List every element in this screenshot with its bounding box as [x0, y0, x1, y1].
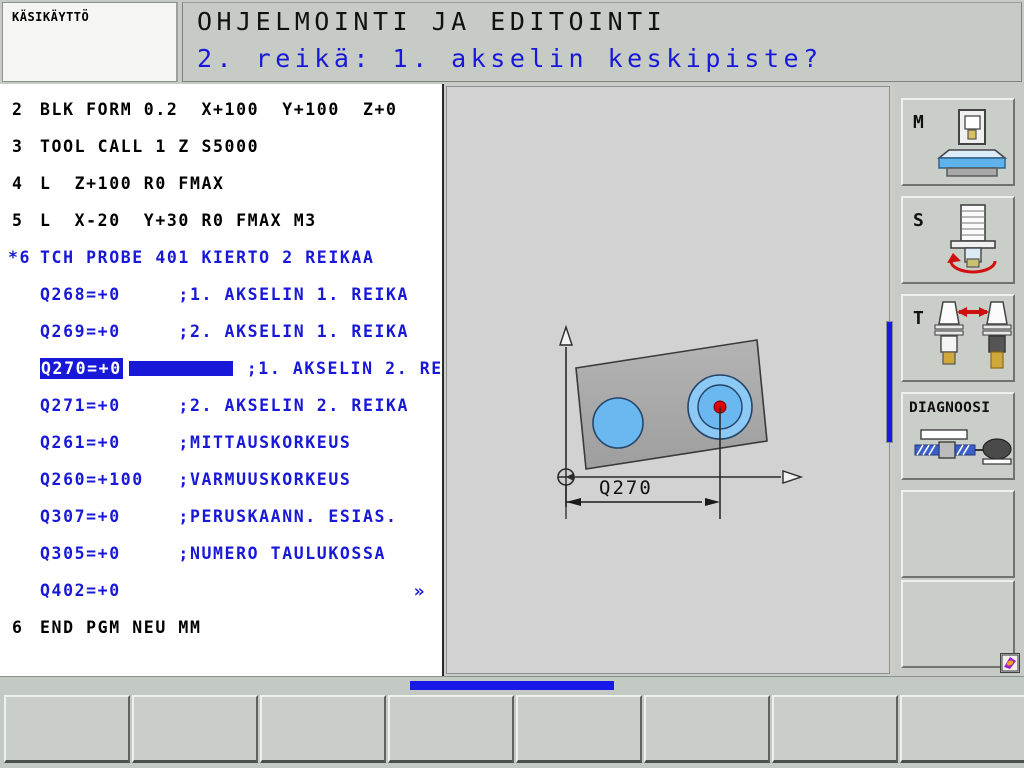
cycle-help-graphic: Q270	[557, 324, 804, 519]
bottom-softkey-1[interactable]	[4, 695, 130, 763]
program-line-text: L X-20 Y+30 R0 FMAX M3	[40, 211, 317, 230]
program-line[interactable]: *6 TCH PROBE 401 KIERTO 2 REIKAA	[0, 248, 442, 285]
dialog-prompt: 2. reikä: 1. akselin keskipiste?	[197, 44, 823, 73]
softkey-t[interactable]: T	[901, 294, 1015, 382]
dimension-label: Q270	[599, 477, 653, 499]
header-bar: KÄSIKÄYTTÖ OHJELMOINTI JA EDITOINTI 2. r…	[0, 0, 1024, 84]
more-parameters-chevron-icon[interactable]: »	[414, 581, 426, 602]
drive-diagnosis-icon	[914, 429, 1012, 465]
program-line-text: END PGM NEU MM	[40, 618, 202, 637]
program-line[interactable]: 4 L Z+100 R0 FMAX	[0, 174, 442, 211]
dimension-arrow-left	[566, 498, 581, 506]
program-line-number: 6	[12, 618, 24, 637]
softkey-m-label: M	[913, 112, 924, 133]
program-line[interactable]: 6 END PGM NEU MM	[0, 618, 442, 655]
operating-mode-tab[interactable]: KÄSIKÄYTTÖ	[2, 2, 178, 82]
program-line-text: L Z+100 R0 FMAX	[40, 174, 225, 193]
page-title: OHJELMOINTI JA EDITOINTI	[197, 7, 667, 36]
softkey-s-label: S	[913, 210, 924, 231]
tnc-control-screen: KÄSIKÄYTTÖ OHJELMOINTI JA EDITOINTI 2. r…	[0, 0, 1024, 768]
softkey-empty-2[interactable]	[901, 580, 1015, 668]
horizontal-softkey-bar	[0, 676, 1024, 768]
program-line[interactable]: Q271=+0 ;2. AKSELIN 2. REIKA	[0, 396, 442, 433]
program-line-number: *6	[8, 248, 32, 267]
program-line-text: Q305=+0 ;NUMERO TAULUKOSSA	[40, 544, 387, 563]
program-line-text: Q271=+0 ;2. AKSELIN 2. REIKA	[40, 396, 410, 415]
softkey-empty-1[interactable]	[901, 490, 1015, 578]
axis-vertical-arrow	[559, 324, 573, 346]
active-parameter-row[interactable]: Q270=+0 ;1. AKSELIN 2. REI	[40, 358, 444, 379]
program-listing-panel[interactable]: 2 BLK FORM 0.2 X+100 Y+100 Z+0 3 TOOL CALL …	[0, 84, 444, 676]
softkey-diagnoosi-label: DIAGNOOSI	[909, 400, 991, 416]
active-parameter-comment: ;1. AKSELIN 2. REI	[246, 359, 444, 378]
program-line[interactable]: Q260=+100 ;VARMUUSKORKEUS	[0, 470, 442, 507]
active-parameter-input[interactable]	[128, 361, 233, 376]
program-line[interactable]: Q268=+0 ;1. AKSELIN 1. REIKA	[0, 285, 442, 322]
operating-mode-label: KÄSIKÄYTTÖ	[12, 10, 90, 24]
program-line-number: 2	[12, 100, 24, 119]
program-line-text: Q260=+100 ;VARMUUSKORKEUS	[40, 470, 352, 489]
program-line-text: Q402=+0	[40, 581, 121, 600]
vertical-softkey-bar: M S T DIAGNOOSI	[894, 84, 1024, 676]
program-line-text: Q268=+0 ;1. AKSELIN 1. REIKA	[40, 285, 410, 304]
softkey-page-indicator	[410, 681, 614, 690]
bottom-softkey-4[interactable]	[388, 695, 514, 763]
program-line[interactable]: Q261=+0 ;MITTAUSKORKEUS	[0, 433, 442, 470]
graphics-scrollbar-thumb[interactable]	[886, 321, 893, 443]
program-line-text: Q307=+0 ;PERUSKAANN. ESIAS.	[40, 507, 398, 526]
program-line-text: TOOL CALL 1 Z S5000	[40, 137, 260, 156]
program-line[interactable]: 3 TOOL CALL 1 Z S5000	[0, 137, 442, 174]
softkey-m[interactable]: M	[901, 98, 1015, 186]
program-line[interactable]: Q402=+0 »	[0, 581, 442, 618]
softkey-s[interactable]: S	[901, 196, 1015, 284]
program-line[interactable]: Q305=+0 ;NUMERO TAULUKOSSA	[0, 544, 442, 581]
title-panel: OHJELMOINTI JA EDITOINTI 2. reikä: 1. ak…	[182, 2, 1022, 82]
active-parameter-label: Q270=+0	[40, 358, 123, 379]
program-line-text: BLK FORM 0.2 X+100 Y+100 Z+0	[40, 100, 398, 119]
program-line-text: TCH PROBE 401 KIERTO 2 REIKAA	[40, 248, 375, 267]
program-line-number: 4	[12, 174, 24, 193]
bottom-softkey-5[interactable]	[516, 695, 642, 763]
program-line-text: Q269=+0 ;2. AKSELIN 1. REIKA	[40, 322, 410, 341]
axis-horizontal-arrow	[782, 470, 804, 484]
program-line[interactable]: 2 BLK FORM 0.2 X+100 Y+100 Z+0	[0, 100, 442, 137]
program-line-number: 5	[12, 211, 24, 230]
hole-1-circle	[592, 397, 644, 449]
spindle-rotation-icon	[947, 204, 997, 274]
bottom-softkey-3[interactable]	[260, 695, 386, 763]
softkey-diagnoosi[interactable]: DIAGNOOSI	[901, 392, 1015, 480]
program-line[interactable]: Q307=+0 ;PERUSKAANN. ESIAS.	[0, 507, 442, 544]
program-line-number: 3	[12, 137, 24, 156]
program-line[interactable]: 5 L X-20 Y+30 R0 FMAX M3	[0, 211, 442, 248]
screen-switch-icon[interactable]	[1000, 653, 1020, 673]
tool-change-icon	[934, 301, 1012, 369]
dimension-arrow-right	[705, 498, 720, 506]
machine-table-spindle-icon	[937, 109, 1008, 177]
program-line[interactable]: Q270=+0 ;1. AKSELIN 2. REI	[0, 358, 444, 396]
bottom-softkey-7[interactable]	[772, 695, 898, 763]
program-line[interactable]: Q269=+0 ;2. AKSELIN 1. REIKA	[0, 322, 442, 359]
bottom-softkey-6[interactable]	[644, 695, 770, 763]
bottom-softkey-8[interactable]	[900, 695, 1024, 763]
softkey-t-label: T	[913, 308, 924, 329]
help-graphics-panel: Q270	[446, 86, 893, 674]
datum-origin-icon	[557, 468, 575, 486]
bottom-softkey-2[interactable]	[132, 695, 258, 763]
program-line-text: Q261=+0 ;MITTAUSKORKEUS	[40, 433, 352, 452]
